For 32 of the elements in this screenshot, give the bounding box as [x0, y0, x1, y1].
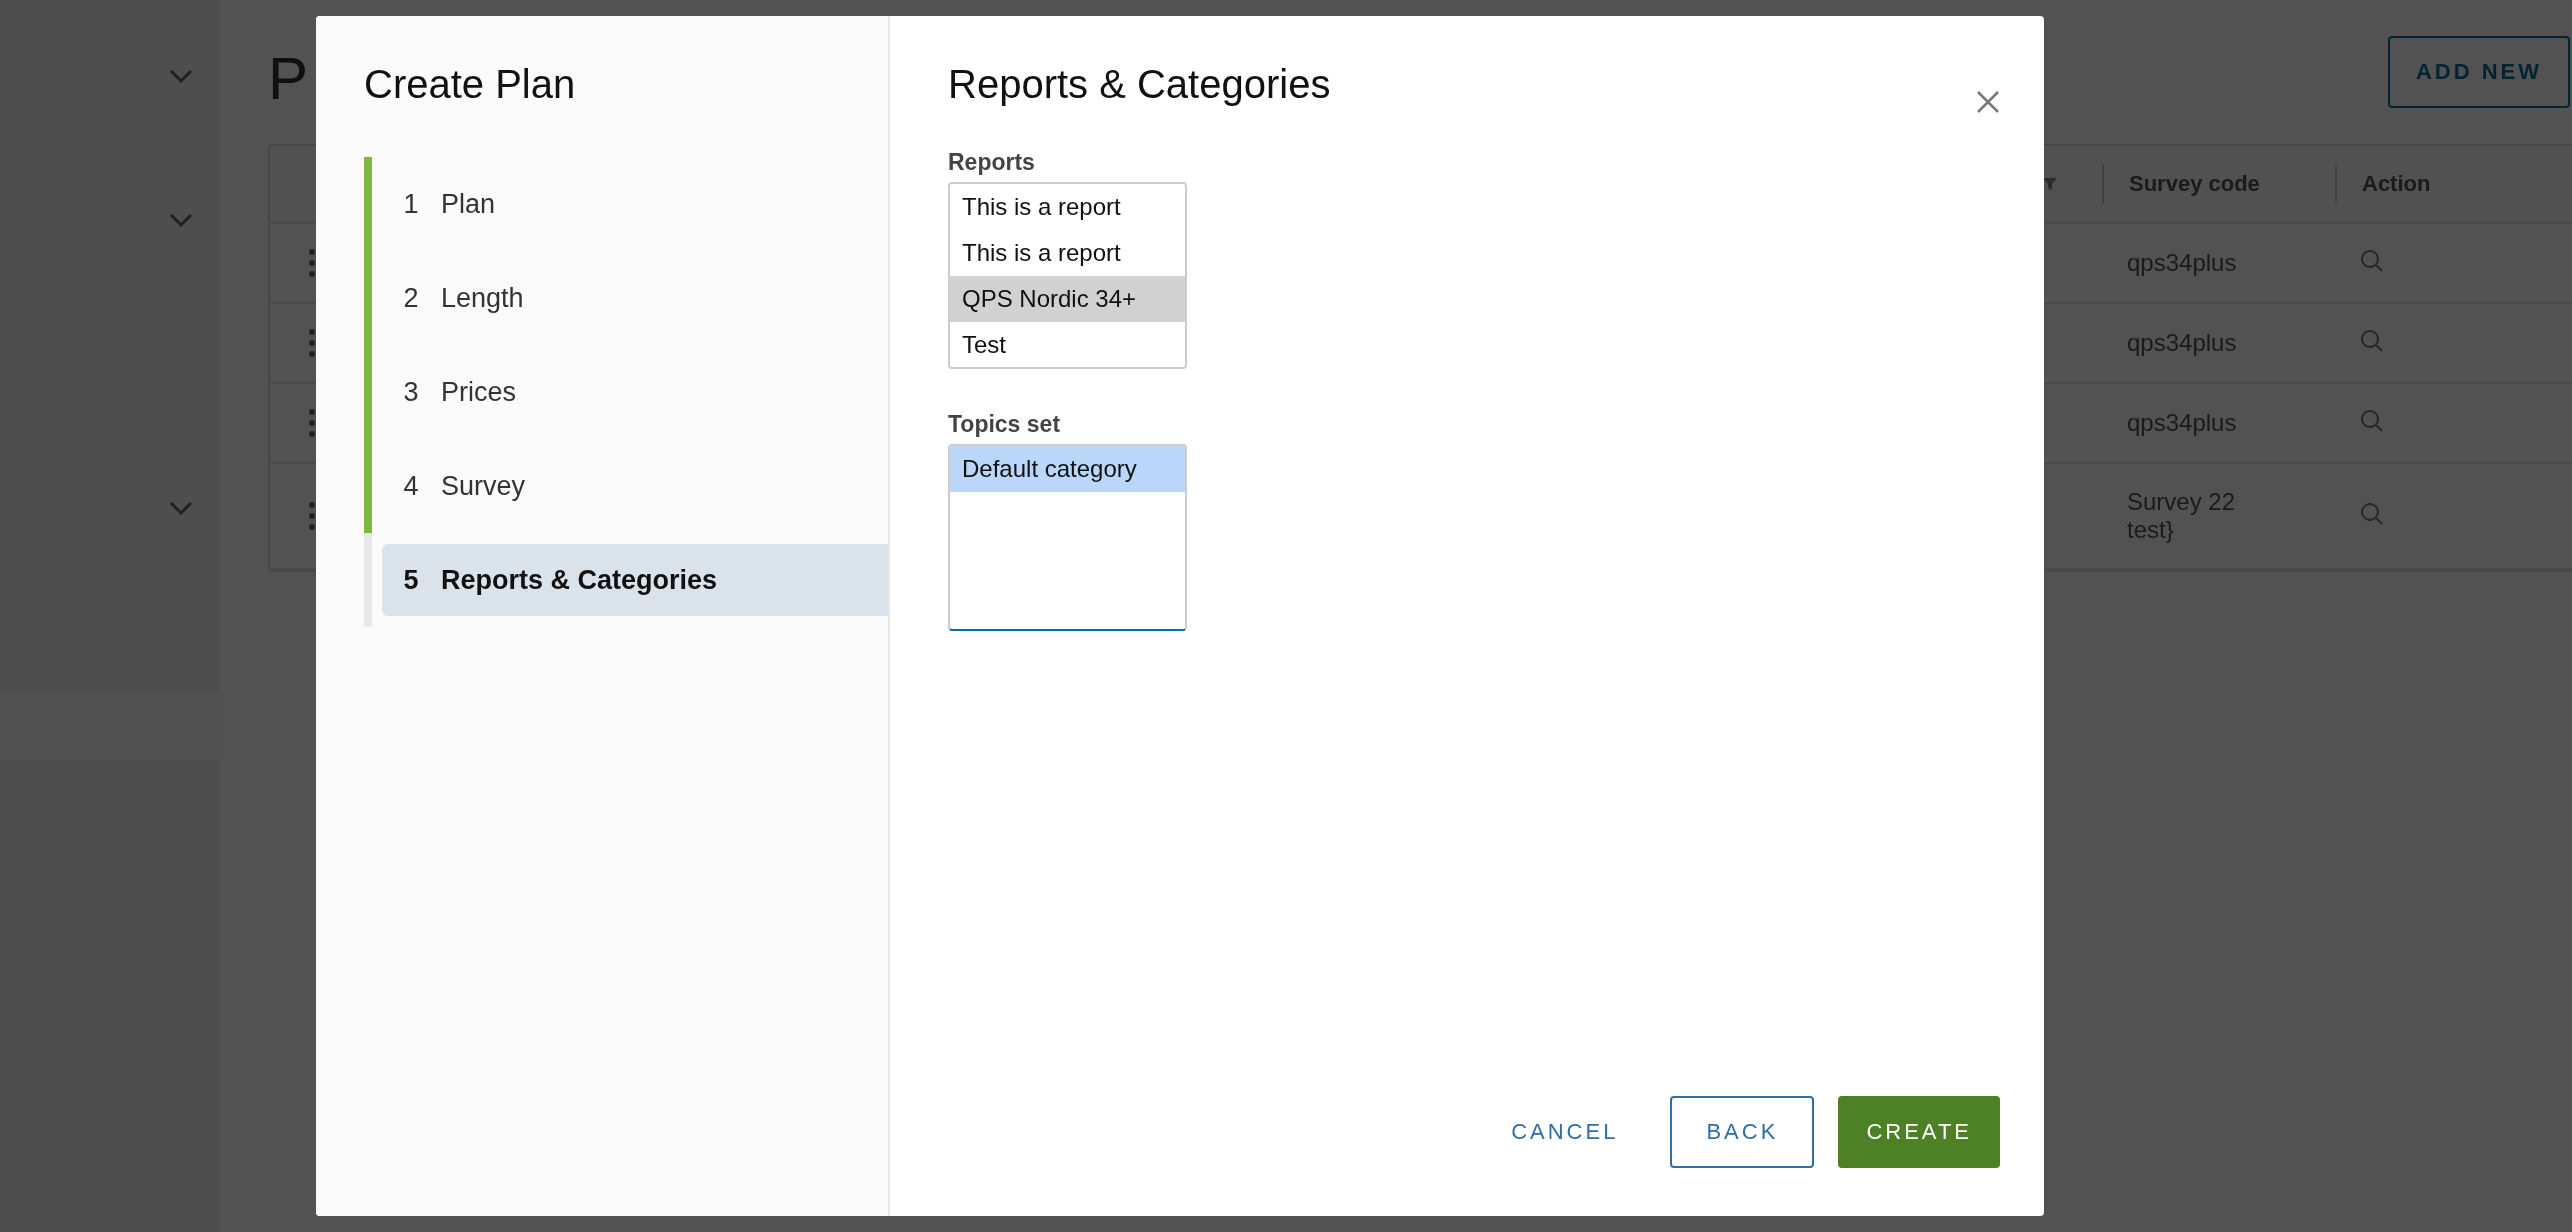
list-box[interactable]: This is a report This is a report QPS Nordic 34+ Test: [948, 182, 1187, 369]
list-option[interactable]: This is a report: [950, 230, 1185, 276]
create-button[interactable]: CREATE: [1838, 1096, 2000, 1168]
panel-title: Reports & Categories: [948, 62, 1331, 107]
step-item[interactable]: 3 Prices: [382, 356, 888, 428]
kebab-menu-icon[interactable]: [308, 501, 316, 531]
search-icon[interactable]: [2360, 329, 2384, 353]
kebab-menu-icon[interactable]: [308, 328, 316, 358]
chevron-down-icon[interactable]: [170, 502, 192, 516]
list-option[interactable]: Default category: [950, 446, 1185, 492]
step-item[interactable]: 4 Survey: [382, 450, 888, 522]
page-title: P: [268, 44, 309, 113]
step-item[interactable]: 2 Length: [382, 262, 888, 334]
search-icon[interactable]: [2360, 409, 2384, 433]
field-label: Topics set: [948, 411, 1062, 438]
step-item[interactable]: 5 Reports & Categories: [382, 544, 888, 616]
chevron-down-icon[interactable]: [170, 70, 192, 84]
back-button[interactable]: BACK: [1670, 1096, 1815, 1168]
list-option[interactable]: This is a report: [950, 184, 1185, 230]
search-icon[interactable]: [2360, 502, 2384, 526]
list-option[interactable]: Test: [950, 322, 1185, 367]
chevron-down-icon[interactable]: [170, 214, 192, 228]
search-icon[interactable]: [2360, 249, 2384, 273]
list-box[interactable]: Default category: [948, 444, 1187, 631]
filter-icon[interactable]: [2042, 176, 2058, 192]
cancel-button[interactable]: CANCEL: [1483, 1096, 1647, 1168]
kebab-menu-icon[interactable]: [308, 408, 316, 438]
field-label: Reports: [948, 149, 1036, 176]
dialog-title: Create Plan: [364, 62, 577, 107]
step-item[interactable]: 1 Plan: [382, 168, 888, 240]
list-option[interactable]: QPS Nordic 34+: [950, 276, 1185, 322]
kebab-menu-icon[interactable]: [308, 248, 316, 278]
